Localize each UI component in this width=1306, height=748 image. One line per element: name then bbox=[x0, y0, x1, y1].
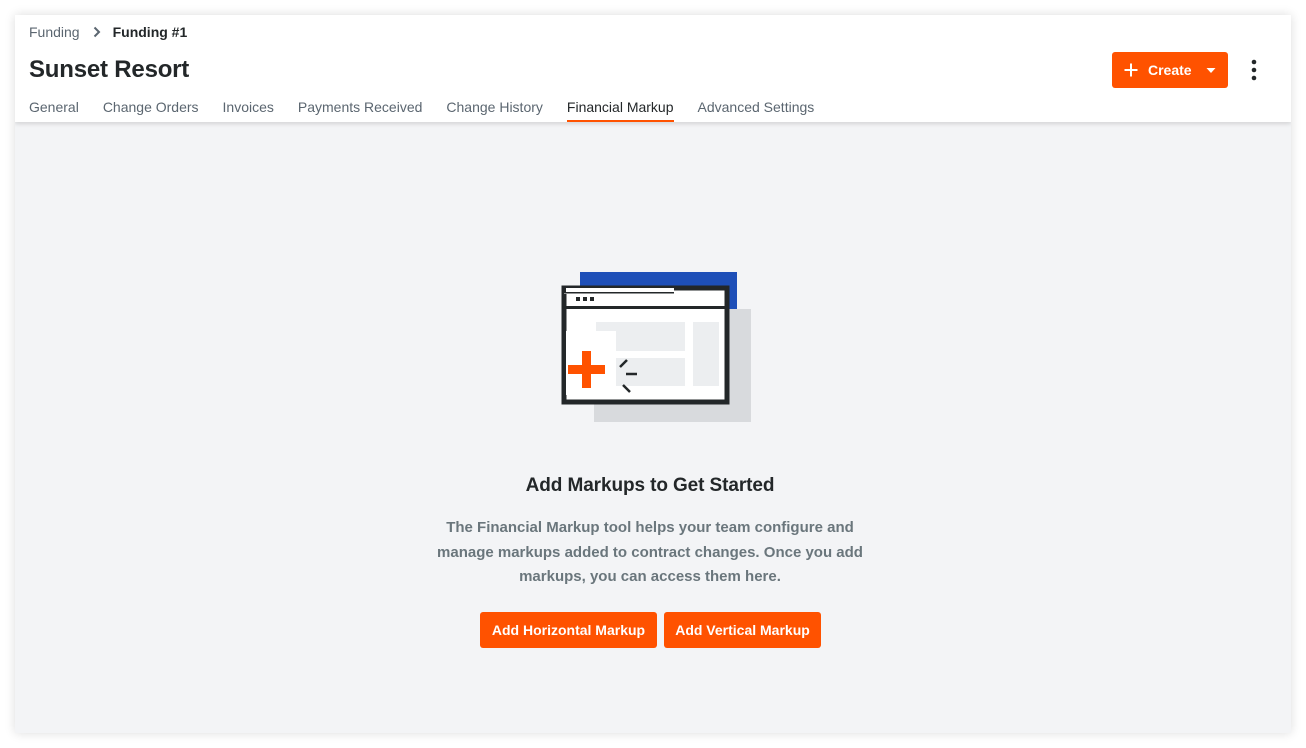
illustration-column bbox=[693, 322, 719, 386]
more-options-button[interactable] bbox=[1243, 57, 1265, 83]
add-horizontal-markup-button[interactable]: Add Horizontal Markup bbox=[480, 612, 657, 648]
tab-change-history[interactable]: Change History bbox=[446, 99, 543, 120]
tab-payments-received[interactable]: Payments Received bbox=[298, 99, 423, 120]
tab-financial-markup[interactable]: Financial Markup bbox=[566, 99, 674, 122]
more-vertical-icon bbox=[1251, 59, 1257, 81]
add-markup-illustration bbox=[561, 272, 751, 422]
app-frame: Funding Funding #1 Sunset Resort Create bbox=[15, 15, 1291, 733]
tab-general[interactable]: General bbox=[29, 99, 79, 120]
plus-icon bbox=[1124, 63, 1138, 77]
page-header: Funding Funding #1 Sunset Resort Create bbox=[15, 15, 1291, 122]
create-button[interactable]: Create bbox=[1112, 52, 1228, 88]
caret-down-icon[interactable] bbox=[1206, 65, 1216, 75]
chevron-right-icon bbox=[88, 23, 106, 41]
tab-change-orders[interactable]: Change Orders bbox=[103, 99, 199, 120]
tab-bar: General Change Orders Invoices Payments … bbox=[29, 99, 838, 122]
tab-invoices[interactable]: Invoices bbox=[223, 99, 274, 120]
empty-state-description: The Financial Markup tool helps your tea… bbox=[437, 519, 863, 585]
create-button-label: Create bbox=[1148, 62, 1192, 78]
breadcrumb-current: Funding #1 bbox=[112, 24, 188, 40]
empty-state-actions: Add Horizontal Markup Add Vertical Marku… bbox=[480, 612, 821, 648]
page-title: Sunset Resort bbox=[29, 56, 190, 83]
add-vertical-markup-button[interactable]: Add Vertical Markup bbox=[664, 612, 821, 648]
tab-advanced-settings[interactable]: Advanced Settings bbox=[698, 99, 815, 120]
breadcrumb-link-funding[interactable]: Funding bbox=[29, 24, 80, 40]
empty-state-title: Add Markups to Get Started bbox=[525, 475, 775, 496]
breadcrumb: Funding Funding #1 bbox=[29, 23, 187, 41]
